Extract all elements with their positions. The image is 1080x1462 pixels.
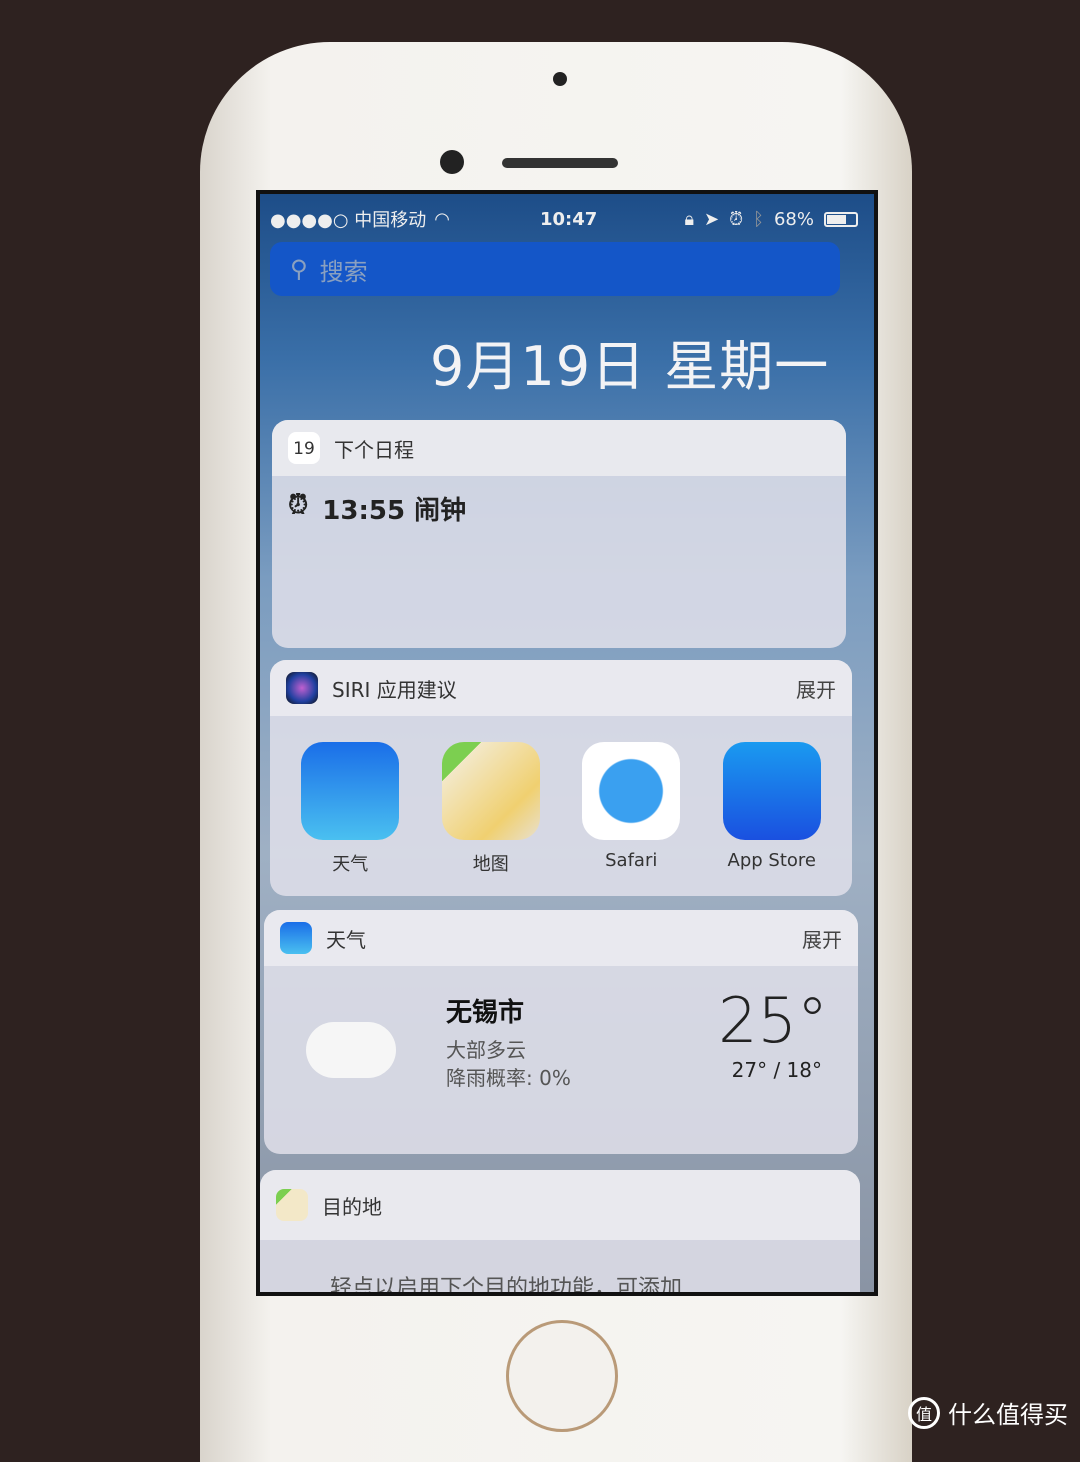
search-input[interactable]: ⚲ 搜索 xyxy=(270,242,840,296)
bluetooth-icon: ᛒ xyxy=(753,208,764,230)
app-label: 地图 xyxy=(472,854,509,875)
watermark-text: 什么值得买 xyxy=(948,1401,1068,1429)
app-label: Safari xyxy=(605,850,658,871)
calendar-icon: 19 xyxy=(288,432,320,464)
alarm-clock-icon: ⏰︎ xyxy=(288,490,309,520)
watermark-logo-icon: 值 xyxy=(908,1396,940,1429)
maps-icon xyxy=(276,1189,308,1221)
app-safari[interactable]: Safari xyxy=(571,742,691,876)
current-temp: 25° xyxy=(718,984,828,1057)
location-icon: ➤ xyxy=(704,208,720,230)
weather-app-icon xyxy=(301,742,400,840)
today-view: ●●●●○ 中国移动 ◠ 10:47 🔒︎ ➤ ⏰︎ ᛒ 68% ⚲ 搜索 9月… xyxy=(260,194,874,1292)
widget-title: SIRI 应用建议 xyxy=(332,677,457,702)
city-name: 无锡市 xyxy=(446,998,525,1028)
app-app-store[interactable]: App Store xyxy=(712,742,832,876)
clock: 10:47 xyxy=(540,208,598,230)
widget-title: 目的地 xyxy=(322,1194,382,1219)
siri-suggestions-widget: SIRI 应用建议 展开 天气 地图 Safari App Store xyxy=(270,660,852,896)
condition: 大部多云 xyxy=(446,1038,526,1062)
front-camera xyxy=(440,150,464,174)
carrier: ●●●●○ 中国移动 xyxy=(270,210,427,231)
maps-app-icon xyxy=(441,742,540,840)
temp-range: 27° / 18° xyxy=(731,1058,822,1082)
cloud-icon xyxy=(306,1022,396,1078)
safari-app-icon xyxy=(582,742,681,840)
earpiece xyxy=(502,158,618,168)
rotation-lock-icon: 🔒︎ xyxy=(684,208,695,230)
rain-chance: 降雨概率: 0% xyxy=(446,1066,571,1090)
screen: ●●●●○ 中国移动 ◠ 10:47 🔒︎ ➤ ⏰︎ ᛒ 68% ⚲ 搜索 9月… xyxy=(256,190,878,1296)
siri-icon xyxy=(286,672,318,704)
wifi-icon: ◠ xyxy=(434,208,450,230)
weather-widget[interactable]: 天气 展开 无锡市 大部多云 降雨概率: 0% 25° 27° / 18° xyxy=(264,910,858,1154)
app-weather[interactable]: 天气 xyxy=(290,742,410,876)
watermark: 值什么值得买 xyxy=(908,1395,1068,1430)
date-heading: 9月19日 星期一 xyxy=(430,335,830,398)
search-placeholder: 搜索 xyxy=(319,257,368,286)
calendar-widget[interactable]: 19 下个日程 ⏰︎ 13:55 闹钟 xyxy=(272,420,846,648)
destination-message: 轻点以启用下个目的地功能，可添加 xyxy=(330,1276,683,1292)
app-label: 天气 xyxy=(332,854,369,875)
status-bar: ●●●●○ 中国移动 ◠ 10:47 🔒︎ ➤ ⏰︎ ᛒ 68% xyxy=(270,204,864,234)
event-item[interactable]: 13:55 闹钟 xyxy=(322,490,466,527)
app-store-icon xyxy=(722,742,821,840)
battery-icon xyxy=(824,211,858,227)
destination-widget[interactable]: 目的地 轻点以启用下个目的地功能，可添加 xyxy=(260,1170,860,1292)
alarm-icon: ⏰︎ xyxy=(729,208,744,230)
app-maps[interactable]: 地图 xyxy=(431,742,551,876)
widget-title: 天气 xyxy=(326,927,366,952)
expand-button[interactable]: 展开 xyxy=(802,924,842,953)
expand-button[interactable]: 展开 xyxy=(796,674,836,703)
battery-percent: 68% xyxy=(773,208,814,230)
home-button[interactable] xyxy=(506,1320,618,1432)
app-label: App Store xyxy=(727,850,816,871)
proximity-sensor xyxy=(553,72,567,86)
search-icon: ⚲ xyxy=(290,255,308,283)
weather-icon xyxy=(280,922,312,954)
widget-title: 下个日程 xyxy=(334,437,414,462)
